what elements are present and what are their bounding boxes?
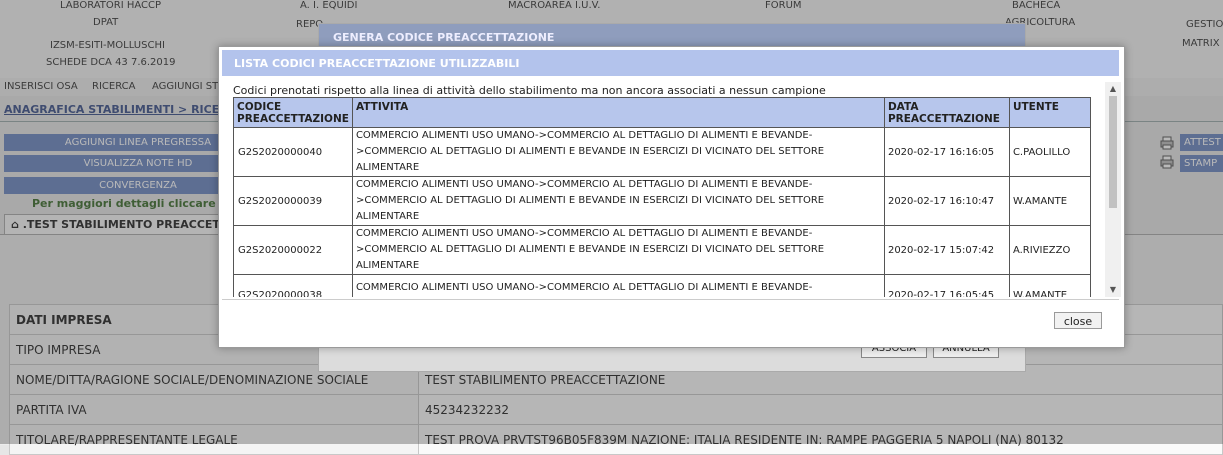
cell-data: 2020-02-17 16:10:47 xyxy=(883,176,1010,226)
cell-codice: G2S2020000022 xyxy=(233,225,353,275)
cell-attivita: COMMERCIO ALIMENTI USO UMANO->COMMERCIO … xyxy=(351,176,885,226)
cell-codice: G2S2020000039 xyxy=(233,176,353,226)
cell-data: 2020-02-17 16:16:05 xyxy=(883,127,1010,177)
dialog-title: LISTA CODICI PREACCETTAZIONE UTILIZZABIL… xyxy=(222,50,1119,76)
table-row: G2S2020000039 COMMERCIO ALIMENTI USO UMA… xyxy=(233,176,1092,226)
dialog-footer-divider xyxy=(222,299,1119,300)
cell-utente: W.AMANTE xyxy=(1008,274,1092,297)
chevron-up-icon[interactable]: ▲ xyxy=(1105,82,1121,96)
table-header-row: CODICE PREACCETTAZIONE ATTIVITA DATA PRE… xyxy=(233,97,1092,128)
cell-attivita: COMMERCIO ALIMENTI USO UMANO->COMMERCIO … xyxy=(351,225,885,275)
codes-table: CODICE PREACCETTAZIONE ATTIVITA DATA PRE… xyxy=(233,97,1092,297)
cell-data: 2020-02-17 16:05:45 xyxy=(883,274,1010,297)
cell-utente: W.AMANTE xyxy=(1008,176,1092,226)
header-attivita: ATTIVITA xyxy=(351,97,885,128)
codes-table-container[interactable]: CODICE PREACCETTAZIONE ATTIVITA DATA PRE… xyxy=(233,97,1107,297)
lista-codici-dialog: LISTA CODICI PREACCETTAZIONE UTILIZZABIL… xyxy=(218,46,1125,348)
close-button[interactable]: close xyxy=(1054,312,1102,329)
header-data: DATA PREACCETTAZIONE xyxy=(883,97,1010,128)
scrollbar-thumb[interactable] xyxy=(1109,96,1117,208)
header-utente: UTENTE xyxy=(1008,97,1092,128)
cell-utente: A.RIVIEZZO xyxy=(1008,225,1092,275)
cell-attivita: COMMERCIO ALIMENTI USO UMANO->COMMERCIO … xyxy=(351,127,885,177)
vertical-scrollbar[interactable]: ▲ ▼ xyxy=(1105,82,1121,297)
table-row: G2S2020000038 COMMERCIO ALIMENTI USO UMA… xyxy=(233,274,1092,297)
dialog-intro-text: Codici prenotati rispetto alla linea di … xyxy=(233,84,826,97)
cell-utente: C.PAOLILLO xyxy=(1008,127,1092,177)
chevron-down-icon[interactable]: ▼ xyxy=(1105,283,1121,297)
cell-attivita: COMMERCIO ALIMENTI USO UMANO->COMMERCIO … xyxy=(351,274,885,297)
header-codice: CODICE PREACCETTAZIONE xyxy=(233,97,353,128)
cell-codice: G2S2020000040 xyxy=(233,127,353,177)
table-row: G2S2020000022 COMMERCIO ALIMENTI USO UMA… xyxy=(233,225,1092,275)
cell-data: 2020-02-17 15:07:42 xyxy=(883,225,1010,275)
cell-codice: G2S2020000038 xyxy=(233,274,353,297)
table-row: G2S2020000040 COMMERCIO ALIMENTI USO UMA… xyxy=(233,127,1092,177)
